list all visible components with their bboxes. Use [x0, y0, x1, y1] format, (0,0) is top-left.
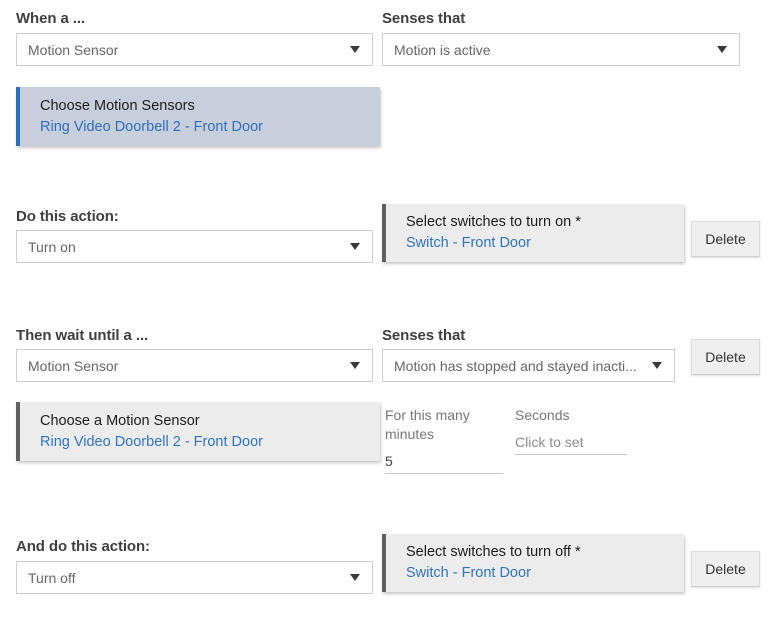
action-on-type-select[interactable]: Turn on: [16, 230, 373, 263]
wait-device-picker-device: Ring Video Doorbell 2 - Front Door: [40, 432, 380, 453]
wait-minutes-group: For this many minutes 5: [385, 406, 503, 474]
action-on-type-value: Turn on: [28, 239, 344, 255]
wait-device-picker-title: Choose a Motion Sensor: [40, 411, 380, 432]
trigger-condition-select[interactable]: Motion is active: [382, 33, 740, 66]
then-wait-until-label: Then wait until a ...: [16, 327, 148, 344]
trigger-device-type-select[interactable]: Motion Sensor: [16, 33, 373, 66]
action-off-switch-picker-device: Switch - Front Door: [406, 563, 684, 584]
when-a-label: When a ...: [16, 10, 85, 27]
wait-senses-label: Senses that: [382, 327, 465, 344]
chevron-down-icon: [350, 243, 360, 250]
chevron-down-icon: [717, 46, 727, 53]
delete-wait-button[interactable]: Delete: [691, 339, 760, 375]
and-do-this-action-label: And do this action:: [16, 538, 150, 555]
action-off-type-select[interactable]: Turn off: [16, 561, 373, 594]
action-off-switch-picker-title: Select switches to turn off *: [406, 542, 684, 563]
action-on-switch-picker-title: Select switches to turn on *: [406, 212, 684, 233]
wait-seconds-group: Seconds Click to set: [515, 406, 627, 455]
wait-seconds-label: Seconds: [515, 406, 627, 425]
wait-minutes-label: For this many minutes: [385, 406, 503, 444]
do-this-action-label: Do this action:: [16, 208, 119, 225]
wait-device-type-value: Motion Sensor: [28, 358, 344, 374]
action-off-switch-picker-card[interactable]: Select switches to turn off * Switch - F…: [382, 534, 684, 592]
wait-condition-select[interactable]: Motion has stopped and stayed inacti...: [382, 349, 675, 382]
wait-condition-value: Motion has stopped and stayed inacti...: [394, 358, 646, 374]
delete-action-on-button[interactable]: Delete: [691, 221, 760, 257]
trigger-senses-label: Senses that: [382, 10, 465, 27]
wait-device-picker-card[interactable]: Choose a Motion Sensor Ring Video Doorbe…: [16, 402, 380, 461]
trigger-device-picker-title: Choose Motion Sensors: [40, 96, 380, 117]
action-off-type-value: Turn off: [28, 570, 344, 586]
chevron-down-icon: [652, 362, 662, 369]
action-on-switch-picker-card[interactable]: Select switches to turn on * Switch - Fr…: [382, 204, 684, 262]
chevron-down-icon: [350, 362, 360, 369]
trigger-condition-value: Motion is active: [394, 42, 711, 58]
trigger-device-picker-device: Ring Video Doorbell 2 - Front Door: [40, 117, 380, 138]
chevron-down-icon: [350, 574, 360, 581]
delete-action-off-button[interactable]: Delete: [691, 551, 760, 587]
trigger-device-picker-card[interactable]: Choose Motion Sensors Ring Video Doorbel…: [16, 87, 380, 146]
trigger-device-type-value: Motion Sensor: [28, 42, 344, 58]
wait-device-type-select[interactable]: Motion Sensor: [16, 349, 373, 382]
action-on-switch-picker-device: Switch - Front Door: [406, 233, 684, 254]
wait-seconds-input[interactable]: Click to set: [515, 434, 627, 455]
chevron-down-icon: [350, 46, 360, 53]
wait-minutes-input[interactable]: 5: [385, 453, 503, 474]
